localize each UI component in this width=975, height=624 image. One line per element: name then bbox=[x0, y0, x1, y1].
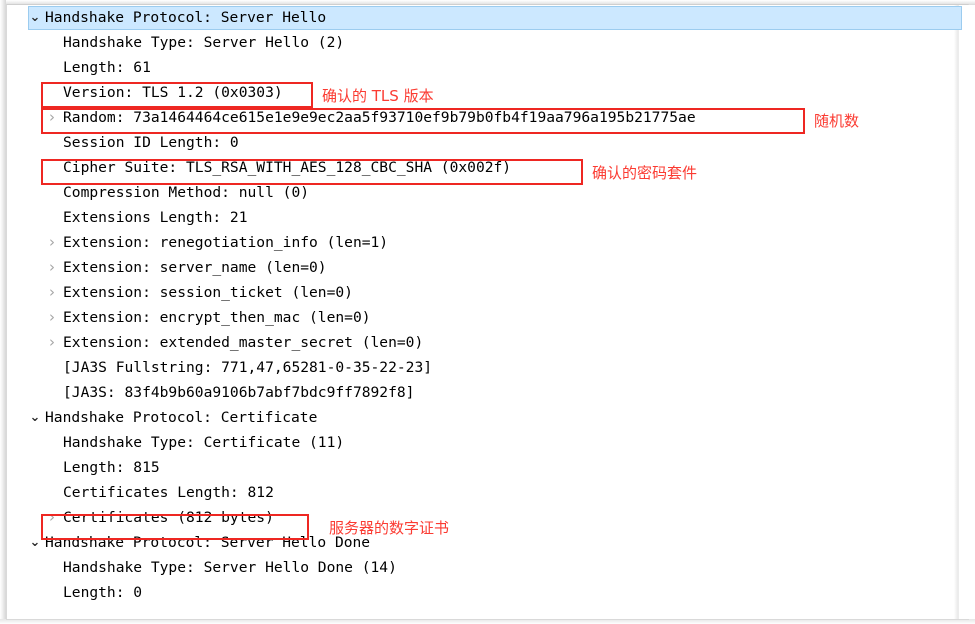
tree-row-label: Handshake Type: Certificate (11) bbox=[63, 434, 345, 451]
chevron-right-icon[interactable]: › bbox=[45, 330, 59, 355]
chevron-right-icon[interactable]: › bbox=[45, 105, 59, 130]
tree-row-label: Version: TLS 1.2 (0x0303) bbox=[63, 84, 283, 101]
tree-row[interactable]: ⌄ Handshake Protocol: Server Hello Done bbox=[7, 530, 957, 555]
tree-row[interactable]: Extensions Length: 21 bbox=[7, 205, 957, 230]
tree-row[interactable]: › Extension: server_name (len=0) bbox=[7, 255, 957, 280]
tree-row-label: Handshake Type: Server Hello Done (14) bbox=[63, 559, 397, 576]
tree-row[interactable]: Certificates Length: 812 bbox=[7, 480, 957, 505]
tree-row[interactable]: › Extension: session_ticket (len=0) bbox=[7, 280, 957, 305]
tree-row-label: Cipher Suite: TLS_RSA_WITH_AES_128_CBC_S… bbox=[63, 159, 512, 176]
tree-row[interactable]: Length: 61 bbox=[7, 55, 957, 80]
tree-row-label: Handshake Type: Server Hello (2) bbox=[63, 34, 345, 51]
tree-row[interactable]: Session ID Length: 0 bbox=[7, 130, 957, 155]
annotation-certificate: 服务器的数字证书 bbox=[329, 519, 450, 537]
tree-row-label: Length: 0 bbox=[63, 584, 143, 601]
tree-row[interactable]: Cipher Suite: TLS_RSA_WITH_AES_128_CBC_S… bbox=[7, 155, 957, 180]
tree-row[interactable]: Compression Method: null (0) bbox=[7, 180, 957, 205]
chevron-right-icon[interactable]: › bbox=[45, 230, 59, 255]
vertical-scrollbar[interactable] bbox=[958, 5, 971, 619]
tree-row[interactable]: [JA3S Fullstring: 771,47,65281-0-35-22-2… bbox=[7, 355, 957, 380]
tree-row-label: Random: 73a1464464ce615e1e9e9ec2aa5f9371… bbox=[63, 109, 696, 126]
annotation-cipher-suite: 确认的密码套件 bbox=[592, 164, 698, 182]
tree-row[interactable]: › Certificates (812 bytes) bbox=[7, 505, 957, 530]
tree-row-label: Length: 61 bbox=[63, 59, 151, 76]
tree-row[interactable]: Handshake Type: Server Hello Done (14) bbox=[7, 555, 957, 580]
tree-row[interactable]: › Extension: encrypt_then_mac (len=0) bbox=[7, 305, 957, 330]
tree-row-label: Length: 815 bbox=[63, 459, 160, 476]
annotation-random: 随机数 bbox=[814, 112, 860, 130]
tree-row[interactable]: Handshake Type: Certificate (11) bbox=[7, 430, 957, 455]
tree-row-label: [JA3S Fullstring: 771,47,65281-0-35-22-2… bbox=[63, 359, 433, 376]
chevron-down-icon[interactable]: ⌄ bbox=[28, 5, 42, 30]
protocol-tree[interactable]: ⌄ Handshake Protocol: Server Hello Handsha… bbox=[7, 5, 962, 619]
tree-row[interactable]: Length: 815 bbox=[7, 455, 957, 480]
tree-row-label: Certificates Length: 812 bbox=[63, 484, 274, 501]
chevron-right-icon[interactable]: › bbox=[45, 255, 59, 280]
chevron-right-icon[interactable]: › bbox=[45, 505, 59, 530]
chevron-right-icon[interactable]: › bbox=[45, 280, 59, 305]
tree-row[interactable]: ⌄ Handshake Protocol: Certificate bbox=[7, 405, 957, 430]
tree-row-label: Extension: session_ticket (len=0) bbox=[63, 284, 353, 301]
tree-row-label: [JA3S: 83f4b9b60a9106b7abf7bdc9ff7892f8] bbox=[63, 384, 415, 401]
tree-row[interactable]: Version: TLS 1.2 (0x0303) bbox=[7, 80, 957, 105]
chevron-right-icon[interactable]: › bbox=[45, 305, 59, 330]
tree-row-label: Handshake Protocol: Certificate bbox=[45, 409, 318, 426]
tree-row-label: Extension: extended_master_secret (len=0… bbox=[63, 334, 424, 351]
tree-row-label: Extension: renegotiation_info (len=1) bbox=[63, 234, 389, 251]
chevron-down-icon[interactable]: ⌄ bbox=[28, 405, 42, 430]
chevron-down-icon[interactable]: ⌄ bbox=[28, 530, 42, 555]
tree-row-label: Extension: server_name (len=0) bbox=[63, 259, 327, 276]
tree-row[interactable]: › Extension: renegotiation_info (len=1) bbox=[7, 230, 957, 255]
tree-row-label: Compression Method: null (0) bbox=[63, 184, 310, 201]
tree-row-label: Extension: encrypt_then_mac (len=0) bbox=[63, 309, 371, 326]
annotation-tls-version: 确认的 TLS 版本 bbox=[322, 87, 434, 105]
packet-details-panel: ⌄ Handshake Protocol: Server Hello Handsha… bbox=[0, 0, 975, 624]
tree-row[interactable]: ⌄ Handshake Protocol: Server Hello bbox=[7, 5, 962, 30]
tree-row[interactable]: › Extension: extended_master_secret (len=… bbox=[7, 330, 957, 355]
tree-row[interactable]: [JA3S: 83f4b9b60a9106b7abf7bdc9ff7892f8] bbox=[7, 380, 957, 405]
tree-row[interactable]: Length: 0 bbox=[7, 580, 957, 605]
tree-row[interactable]: Handshake Type: Server Hello (2) bbox=[7, 30, 957, 55]
tree-row-label: Session ID Length: 0 bbox=[63, 134, 239, 151]
tree-row-label: Extensions Length: 21 bbox=[63, 209, 248, 226]
tree-row-label: Handshake Protocol: Server Hello bbox=[45, 9, 327, 26]
tree-row-label: Certificates (812 bytes) bbox=[63, 509, 274, 526]
tree-row-label: Handshake Protocol: Server Hello Done bbox=[45, 534, 371, 551]
